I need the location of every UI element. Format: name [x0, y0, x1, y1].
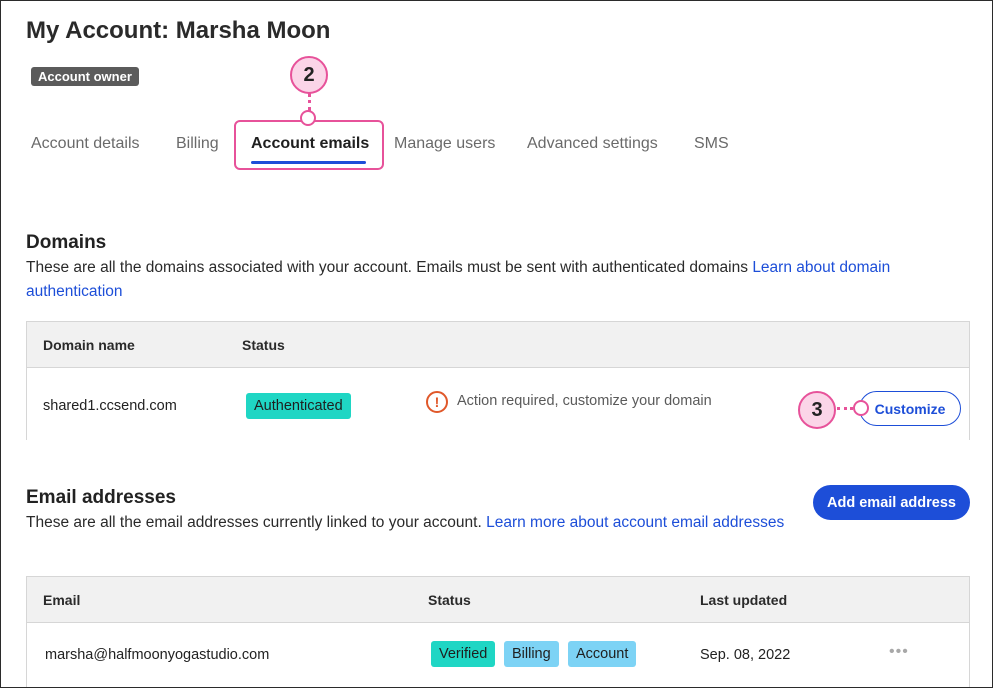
billing-badge: Billing	[504, 641, 559, 667]
email-addresses-title: Email addresses	[26, 487, 176, 508]
domains-description: These are all the domains associated wit…	[26, 256, 966, 304]
email-addresses-table: Email Status Last updated marsha@halfmoo…	[26, 576, 970, 687]
callout-connector	[308, 93, 311, 111]
callout-anchor-dot	[853, 400, 869, 416]
status-badge: Authenticated	[246, 393, 351, 419]
callout-anchor-dot	[300, 110, 316, 126]
column-last-updated: Last updated	[700, 592, 788, 608]
tab-advanced-settings[interactable]: Advanced settings	[527, 135, 658, 153]
domains-description-text: These are all the domains associated wit…	[26, 259, 748, 276]
account-email-link[interactable]: Learn more about account email addresses	[486, 514, 784, 531]
email-table-header: Email Status Last updated	[27, 577, 969, 623]
alert-circle-icon: !	[426, 391, 448, 413]
account-badge: Account	[568, 641, 637, 667]
tab-manage-users[interactable]: Manage users	[394, 135, 495, 153]
callout-step-3: 3	[798, 391, 836, 429]
email-addresses-description: These are all the email addresses curren…	[26, 511, 796, 535]
verified-badge: Verified	[431, 641, 496, 667]
last-updated-date: Sep. 08, 2022	[700, 647, 791, 663]
domains-title: Domains	[26, 232, 107, 253]
tab-billing[interactable]: Billing	[176, 135, 219, 153]
column-status: Status	[242, 337, 285, 353]
account-owner-badge: Account owner	[31, 67, 139, 86]
domain-name: shared1.ccsend.com	[43, 398, 177, 414]
email-address: marsha@halfmoonyogastudio.com	[45, 647, 270, 663]
callout-step-2: 2	[290, 56, 328, 94]
column-email: Email	[43, 592, 81, 608]
callout-connector	[837, 407, 853, 410]
customize-button[interactable]: Customize	[859, 391, 961, 426]
more-horizontal-icon[interactable]: •••	[889, 643, 909, 661]
tab-account-details[interactable]: Account details	[31, 135, 140, 153]
account-page: My Account: Marsha Moon Account owner Ac…	[0, 0, 993, 688]
add-email-address-button[interactable]: Add email address	[813, 485, 970, 520]
tab-sms[interactable]: SMS	[694, 135, 729, 153]
column-domain-name: Domain name	[43, 337, 135, 353]
domain-warning-text: Action required, customize your domain	[457, 393, 712, 409]
domains-table-header: Domain name Status	[27, 322, 969, 368]
page-title: My Account: Marsha Moon	[26, 17, 331, 44]
email-description-text: These are all the email addresses curren…	[26, 514, 482, 531]
callout-highlight-box	[234, 120, 384, 170]
column-status: Status	[428, 592, 471, 608]
table-row: marsha@halfmoonyogastudio.com Verified B…	[27, 623, 969, 687]
